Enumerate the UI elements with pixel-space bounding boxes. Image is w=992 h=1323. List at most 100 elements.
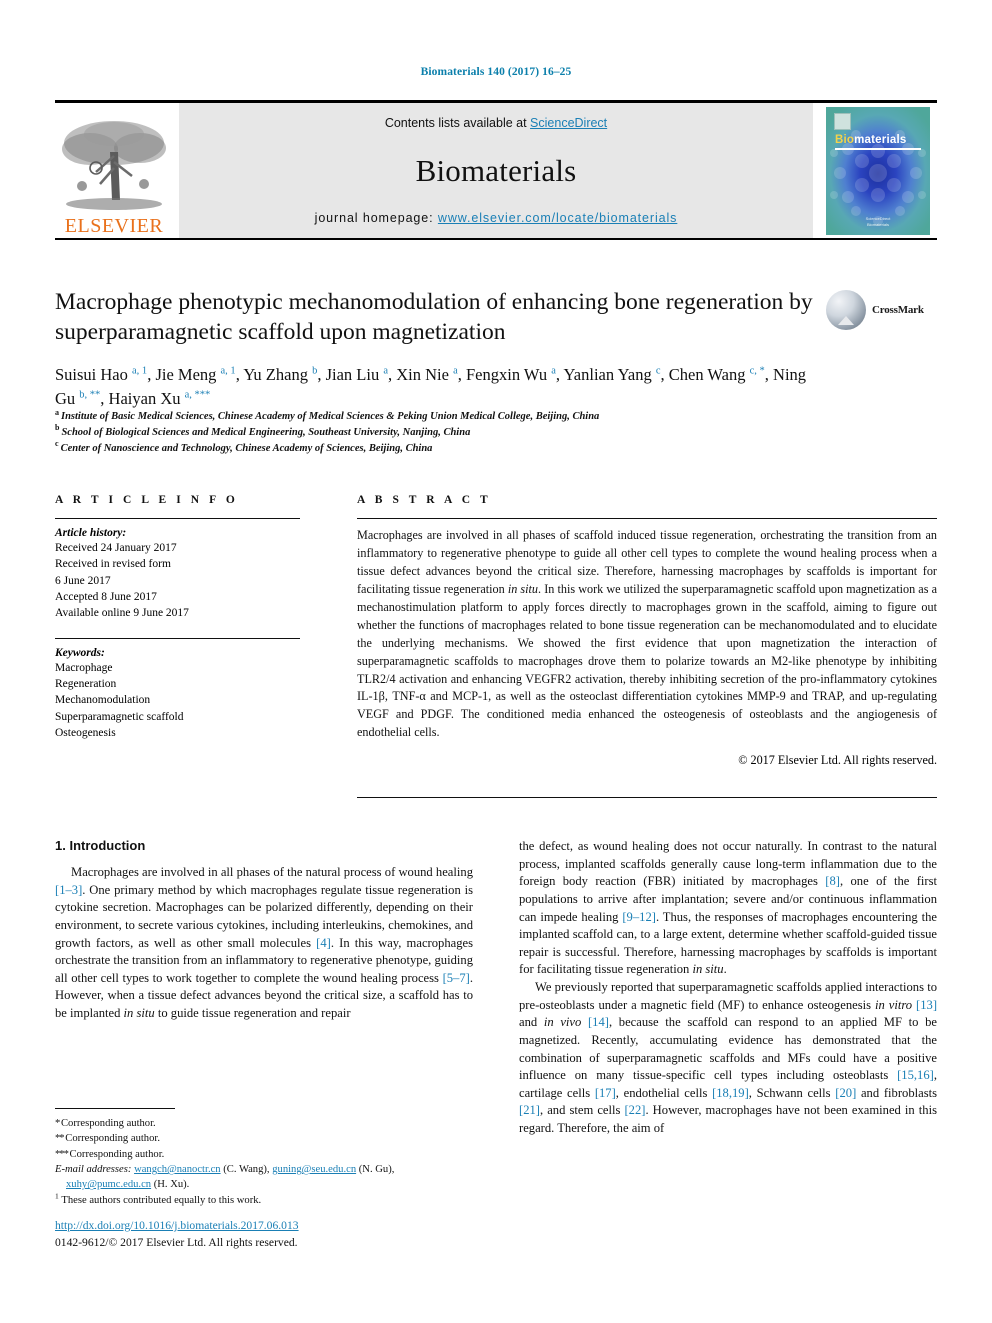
history-item: Received in revised form [55,558,171,571]
affiliation-mark: c [55,439,59,448]
author-affiliation-mark: c [655,365,661,377]
cover-publisher-badge-icon [834,112,851,130]
journal-banner: Contents lists available at ScienceDirec… [179,103,813,238]
page-title: Macrophage phenotypic mechanomodulation … [55,289,813,345]
author-affiliation-mark: b, ** [79,389,101,401]
footnote-corresponding-3: *** Corresponding author. [55,1148,165,1160]
citation-link[interactable]: [14] [588,1015,609,1029]
abstract-rule [357,518,937,519]
author-name[interactable]: Suisui Hao [55,365,132,384]
sciencedirect-link[interactable]: ScienceDirect [530,116,607,130]
author-affiliation-mark: b [312,365,318,377]
contents-lists-text: Contents lists available at [384,116,531,130]
citation-link[interactable]: [5–7] [443,971,470,985]
author-affiliation-mark: a, 1 [132,365,148,377]
footnote-corresponding-1: * Corresponding author. [55,1118,156,1129]
citation-link[interactable]: [15,16] [897,1068,934,1082]
paragraph: the defect, as wound healing does not oc… [519,839,937,977]
footnote-block: * Corresponding author. ** Corresponding… [55,1108,473,1208]
crossmark-icon [826,290,866,330]
article-info-column: A R T I C L E I N F O Article history: R… [55,494,300,741]
article-history-heading: Article history: [55,527,127,539]
citation-link[interactable]: [17] [595,1086,616,1100]
author-name[interactable]: Yu Zhang [243,365,312,384]
keyword-item: Macrophage [55,661,113,674]
email-owner: (C. Wang), [220,1164,273,1176]
author-name[interactable]: Chen Wang [669,365,750,384]
article-info-heading: A R T I C L E I N F O [55,494,239,506]
citation-link[interactable]: [22] [624,1103,645,1117]
history-item: Accepted 8 June 2017 [55,590,157,603]
citation-link[interactable]: [8] [825,874,840,888]
keywords-rule [55,637,300,639]
author-affiliation-mark: c, * [749,365,765,377]
running-head: Biomaterials 140 (2017) 16–25 [420,66,572,78]
keyword-item: Superparamagnetic scaffold [55,710,184,723]
journal-homepage-label: journal homepage: [314,211,438,225]
paragraph: We previously reported that superparamag… [519,980,938,1135]
journal-title: Biomaterials [415,153,577,188]
issn-copyright-line: 0142-9612/© 2017 Elsevier Ltd. All right… [55,1235,298,1249]
citation-link[interactable]: [4] [316,936,331,950]
affiliation-item: b School of Biological Sciences and Medic… [55,423,935,441]
author-affiliation-mark: a, *** [184,389,211,401]
email-addresses-label: E-mail addresses: [55,1164,135,1176]
journal-homepage-line: journal homepage: www.elsevier.com/locat… [315,211,678,225]
history-item: Available online 9 June 2017 [55,607,189,620]
citation-link[interactable]: [20] [835,1086,856,1100]
cover-journal-title: Biomaterials [835,133,907,146]
citation-link[interactable]: [1–3] [55,883,82,897]
footnote-emails: E-mail addresses: wangch@nanoctr.cn (C. … [55,1162,473,1193]
asterisk-icon: *** [55,1148,70,1160]
author-name[interactable]: Yanlian Yang [564,365,656,384]
citation-link[interactable]: [9–12] [622,910,656,924]
elsevier-wordmark: ELSEVIER [64,215,164,237]
email-link[interactable]: wangch@nanoctr.cn [134,1164,221,1175]
journal-cover-thumbnail[interactable]: Biomaterials ScienceDirect Biomaterials [819,103,937,238]
italic-phrase: in vitro [874,997,913,1012]
email-owner: (N. Gu), [356,1164,395,1176]
email-owner: (H. Xu). [151,1179,190,1191]
affiliation-text: Institute of Basic Medical Sciences, Chi… [61,411,600,422]
journal-cover-image: Biomaterials ScienceDirect Biomaterials [826,106,930,235]
abstract-text: Macrophages are involved in all phases o… [357,527,937,742]
journal-homepage-link[interactable]: www.elsevier.com/locate/biomaterials [438,211,677,225]
doi-link[interactable]: http://dx.doi.org/10.1016/j.biomaterials… [55,1219,299,1232]
journal-article-page: Biomaterials 140 (2017) 16–25 ELSEVIER C… [0,0,992,1323]
affiliation-text: School of Biological Sciences and Medica… [61,426,471,438]
author-name[interactable]: Jian Liu [326,365,384,384]
crossmark-label: CrossMark [872,304,924,316]
italic-phrase: in situ [123,1006,155,1020]
footnote-marker: 1 [55,1191,59,1201]
citation-link[interactable]: [13] [916,998,937,1012]
email-link[interactable]: guning@seu.edu.cn [272,1164,356,1175]
masthead-bottom-rule [55,238,937,240]
cover-rule [835,147,921,150]
abstract-bottom-rule [357,797,937,799]
affiliation-mark: b [55,423,60,433]
history-item: 6 June 2017 [55,574,111,587]
author-name[interactable]: Xin Nie [396,365,453,384]
footer-doi-block: http://dx.doi.org/10.1016/j.biomaterials… [55,1216,495,1252]
abstract-column: A B S T R A C T Macrophages are involved… [357,494,937,768]
crossmark-badge[interactable]: CrossMark [826,288,936,332]
author-affiliation-mark: a [551,365,556,377]
author-name[interactable]: Jie Meng [155,365,220,384]
citation-link[interactable]: [21] [519,1103,540,1117]
italic-phrase: in vivo [543,1015,582,1030]
section-heading-introduction: 1. Introduction [55,838,146,853]
author-affiliation-mark: a [453,365,458,377]
cover-footer: ScienceDirect Biomaterials [865,216,891,227]
citation-link[interactable]: [18,19] [712,1086,749,1100]
elsevier-tree-icon [62,121,166,210]
affiliation-mark: a [55,407,59,417]
italic-phrase: in situ [692,962,724,977]
keyword-item: Mechanomodulation [55,694,151,707]
author-name[interactable]: Fengxin Wu [466,365,551,384]
email-link[interactable]: xuhy@pumc.edu.cn [66,1179,151,1190]
keyword-item: Osteogenesis [55,726,116,739]
keywords-heading: Keywords: [55,646,105,659]
crossmark-bookmark-shape [837,297,855,325]
author-name[interactable]: Haiyan Xu [109,389,185,408]
elsevier-logo: ELSEVIER [55,103,173,238]
